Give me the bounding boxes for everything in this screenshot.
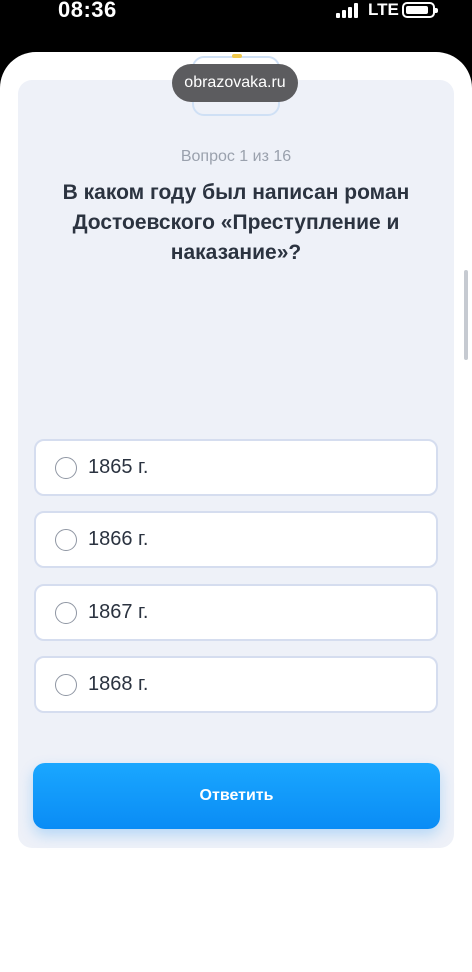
answer-option-2[interactable]: 1866 г. [34, 511, 438, 568]
option-label: 1868 г. [88, 673, 149, 695]
battery-icon [402, 2, 438, 18]
scrollbar[interactable] [464, 270, 468, 360]
status-bar: 08:36 LTE [0, 0, 472, 44]
radio-icon[interactable] [55, 673, 77, 696]
option-label: 1866 г. [88, 528, 149, 550]
radio-icon[interactable] [55, 601, 77, 624]
option-label: 1867 г. [88, 601, 149, 623]
carrier-label: LTE [368, 0, 399, 19]
answer-option-1[interactable]: 1865 г. [34, 439, 438, 496]
radio-icon[interactable] [55, 528, 77, 551]
answer-option-4[interactable]: 1868 г. [34, 656, 438, 713]
signal-icon [336, 3, 360, 18]
url-pill[interactable]: obrazovaka.ru [172, 64, 298, 102]
question-counter: Вопрос 1 из 16 [180, 148, 292, 165]
submit-answer-button[interactable]: Ответить [33, 763, 440, 829]
status-time: 08:36 [58, 0, 117, 22]
radio-icon[interactable] [55, 456, 77, 479]
option-label: 1865 г. [88, 456, 149, 478]
question-text: В каком году был написан роман Достоевск… [62, 181, 410, 264]
answer-option-3[interactable]: 1867 г. [34, 584, 438, 641]
